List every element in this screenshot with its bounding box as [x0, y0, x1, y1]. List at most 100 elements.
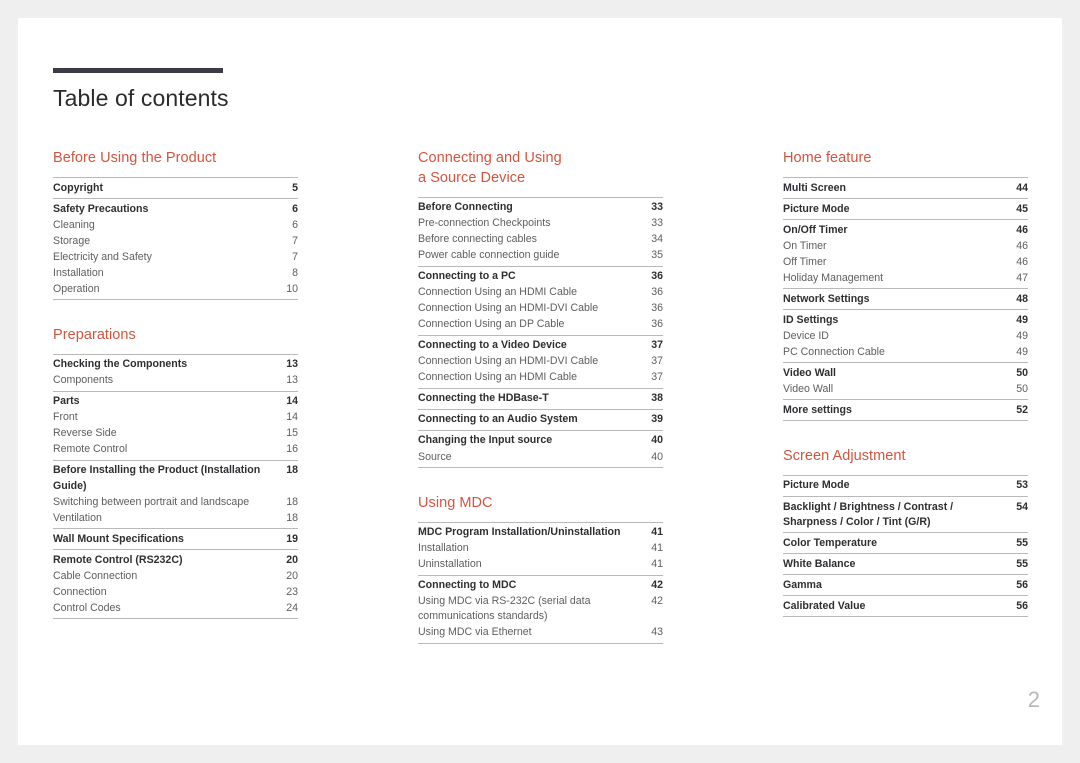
toc-entry-main[interactable]: Wall Mount Specifications 19	[53, 531, 298, 547]
toc-entry-sub[interactable]: Off Timer 46	[783, 254, 1028, 270]
toc-entry-page: 8	[292, 266, 298, 279]
toc-section: Connecting and Using a Source Device Befor…	[418, 149, 663, 469]
toc-entry-sub[interactable]: Cable Connection 20	[53, 568, 298, 584]
toc-entry-sub[interactable]: Connection Using an HDMI Cable 36	[418, 285, 663, 301]
toc-entry-sub[interactable]: On Timer 46	[783, 238, 1028, 254]
section-heading-line: Screen Adjustment	[783, 448, 906, 465]
toc-entry-page: 24	[286, 601, 298, 614]
section-heading: Screen Adjustment	[783, 447, 1028, 467]
toc-entry-label: Ventilation	[53, 511, 102, 524]
toc-entry-label: Connection Using an DP Cable	[418, 318, 565, 331]
toc-entry-main[interactable]: Gamma 56	[783, 577, 1028, 593]
toc-entry-main[interactable]: Connecting to a PC 36	[418, 269, 663, 285]
toc-entry-main[interactable]: Before Connecting 33	[418, 200, 663, 216]
toc-entry-main[interactable]: Checking the Components 13	[53, 357, 298, 373]
toc-entry-main[interactable]: Connecting to an Audio System 39	[418, 412, 663, 428]
toc-entry-page: 46	[1016, 239, 1028, 252]
toc-entry-main[interactable]: Parts 14	[53, 394, 298, 410]
toc-group: Gamma 56	[783, 574, 1028, 595]
toc-entry-label: On Timer	[783, 239, 827, 252]
toc-entry-page: 6	[292, 218, 298, 231]
toc-entry-main[interactable]: Multi Screen 44	[783, 180, 1028, 196]
toc-entry-sub[interactable]: Device ID 49	[783, 328, 1028, 344]
toc-entry-sub[interactable]: Connection Using an DP Cable 36	[418, 317, 663, 333]
toc-entry-sub[interactable]: Ventilation 18	[53, 510, 298, 526]
toc-entry-label: Power cable connection guide	[418, 249, 560, 262]
toc-entry-label: MDC Program Installation/Uninstallation	[418, 526, 621, 539]
toc-entry-page: 7	[292, 250, 298, 263]
toc-entry-page: 36	[651, 302, 663, 315]
toc-entry-page: 10	[286, 282, 298, 295]
toc-entry-sub[interactable]: Video Wall 50	[783, 381, 1028, 397]
toc-entry-main[interactable]: Video Wall 50	[783, 365, 1028, 381]
toc-entry-main[interactable]: Picture Mode 53	[783, 478, 1028, 494]
toc-entry-sub[interactable]: Holiday Management 47	[783, 270, 1028, 286]
toc-entry-main[interactable]: MDC Program Installation/Uninstallation 4…	[418, 525, 663, 541]
toc-entry-sub[interactable]: Installation 8	[53, 265, 298, 281]
toc-entry-main[interactable]: Backlight / Brightness / Contrast / Shar…	[783, 499, 1028, 530]
toc-columns: Before Using the Product Copyright 5 Safety…	[53, 149, 1043, 669]
toc-entry-main[interactable]: Network Settings 48	[783, 291, 1028, 307]
toc-entry-sub[interactable]: Operation 10	[53, 281, 298, 297]
toc-entry-sub[interactable]: Reverse Side 15	[53, 426, 298, 442]
toc-entry-sub[interactable]: Before connecting cables 34	[418, 232, 663, 248]
toc-entry-label: Connection Using an HDMI-DVI Cable	[418, 302, 599, 315]
toc-entry-page: 16	[286, 443, 298, 456]
toc-entry-sub[interactable]: Electricity and Safety 7	[53, 249, 298, 265]
toc-entry-sub[interactable]: Switching between portrait and landscape…	[53, 494, 298, 510]
toc-entry-label: ID Settings	[783, 313, 839, 326]
toc-group: Remote Control (RS232C) 20 Cable Connectio…	[53, 549, 298, 620]
toc-entry-main[interactable]: Safety Precautions 6	[53, 201, 298, 217]
toc-entry-main[interactable]: More settings 52	[783, 402, 1028, 418]
toc-entry-sub[interactable]: Front 14	[53, 410, 298, 426]
toc-entry-label: Color Temperature	[783, 536, 877, 549]
toc-entry-main[interactable]: White Balance 55	[783, 556, 1028, 572]
toc-entry-line: Backlight / Brightness / Contrast / Shar…	[783, 500, 1028, 530]
toc-entry-sub[interactable]: Connection 23	[53, 584, 298, 600]
toc-entry-label: Connection Using an HDMI Cable	[418, 286, 577, 299]
toc-entry-label: Installation	[53, 266, 104, 279]
toc-entry-page: 41	[651, 526, 663, 539]
toc-entry-label: Video Wall	[783, 366, 836, 379]
toc-entry-sub[interactable]: Storage 7	[53, 233, 298, 249]
toc-entry-main[interactable]: Picture Mode 45	[783, 201, 1028, 217]
toc-entry-sub[interactable]: Power cable connection guide 35	[418, 248, 663, 264]
toc-entry-page: 33	[651, 201, 663, 214]
toc-entry-sub[interactable]: Components 13	[53, 373, 298, 389]
toc-entry-sub[interactable]: Source 40	[418, 449, 663, 465]
toc-entry-page: 33	[651, 217, 663, 230]
toc-entry-main[interactable]: Color Temperature 55	[783, 535, 1028, 551]
toc-entry-main[interactable]: Connecting to MDC 42	[418, 578, 663, 594]
toc-entry-sub[interactable]: Connection Using an HDMI Cable 37	[418, 370, 663, 386]
toc-entry-main[interactable]: Before Installing the Product (Installat…	[53, 463, 298, 494]
page-number: 2	[1027, 687, 1040, 712]
toc-entry-main[interactable]: Connecting the HDBase-T 38	[418, 391, 663, 407]
toc-entry-main[interactable]: ID Settings 49	[783, 312, 1028, 328]
toc-entry-sub[interactable]: Uninstallation 41	[418, 557, 663, 573]
toc-entry-main[interactable]: Changing the Input source 40	[418, 433, 663, 449]
toc-entry-label: PC Connection Cable	[783, 345, 885, 358]
toc-entry-main[interactable]: Remote Control (RS232C) 20	[53, 552, 298, 568]
toc-entry-page: 55	[1016, 536, 1028, 549]
toc-group: Parts 14 Front 14 Reverse Side 15 Remote Contr…	[53, 390, 298, 460]
toc-entry-sub[interactable]: Pre-connection Checkpoints 33	[418, 216, 663, 232]
toc-entry-page: 50	[1016, 366, 1028, 379]
toc-entry-sub[interactable]: Remote Control 16	[53, 442, 298, 458]
toc-entry-sub[interactable]: PC Connection Cable 49	[783, 344, 1028, 360]
toc-entry-sub[interactable]: Using MDC via RS-232C (serial data commu…	[418, 594, 663, 625]
toc-entry-page: 47	[1016, 271, 1028, 284]
toc-entry-label: Cable Connection	[53, 569, 138, 582]
toc-entry-sub[interactable]: Using MDC via Ethernet 43	[418, 625, 663, 641]
toc-entry-label: Connection Using an HDMI Cable	[418, 371, 577, 384]
toc-entry-sub[interactable]: Installation 41	[418, 541, 663, 557]
toc-entry-sub[interactable]: Connection Using an HDMI-DVI Cable 37	[418, 354, 663, 370]
toc-entry-main[interactable]: Calibrated Value 56	[783, 598, 1028, 614]
toc-entry-label: Wall Mount Specifications	[53, 532, 184, 545]
toc-entry-sub[interactable]: Connection Using an HDMI-DVI Cable 36	[418, 301, 663, 317]
toc-entry-main[interactable]: Connecting to a Video Device 37	[418, 338, 663, 354]
toc-entry-main[interactable]: On/Off Timer 46	[783, 222, 1028, 238]
toc-group: Color Temperature 55	[783, 532, 1028, 553]
toc-entry-sub[interactable]: Control Codes 24	[53, 600, 298, 616]
toc-entry-sub[interactable]: Cleaning 6	[53, 217, 298, 233]
toc-entry-main[interactable]: Copyright 5	[53, 180, 298, 196]
